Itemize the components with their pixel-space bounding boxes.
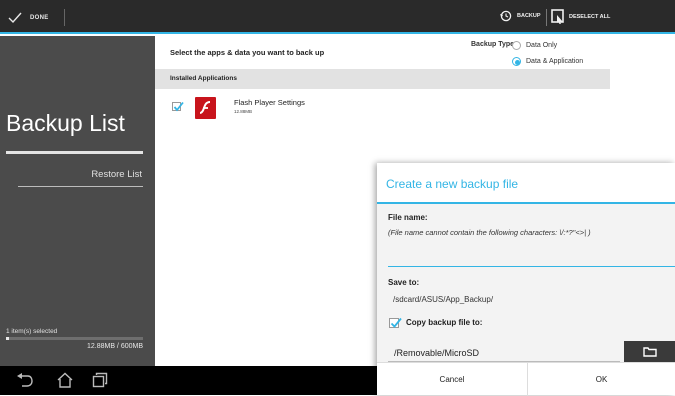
radio-data-only[interactable] <box>512 41 521 50</box>
deselect-icon <box>551 9 564 24</box>
flash-player-icon <box>195 97 216 119</box>
backup-clock-icon <box>500 10 512 22</box>
selected-count: 1 item(s) selected <box>6 328 58 335</box>
backup-label: BACKUP <box>517 13 541 19</box>
recent-apps-icon[interactable] <box>92 372 108 388</box>
done-label: DONE <box>30 15 49 21</box>
select-prompt: Select the apps & data you want to back … <box>170 48 325 57</box>
dialog-footer: Cancel OK <box>377 362 675 396</box>
divider <box>64 9 65 26</box>
app-checkbox[interactable] <box>172 101 184 112</box>
checkmark-icon <box>173 101 184 112</box>
active-tab-indicator <box>6 151 143 154</box>
folder-icon <box>642 347 657 357</box>
file-name-hint: (File name cannot contain the following … <box>388 228 591 237</box>
radio-data-and-application-label[interactable]: Data & Application <box>526 58 583 65</box>
dialog-body: File name: (File name cannot contain the… <box>377 204 675 362</box>
list-item[interactable]: Flash Player Settings 12.88MB <box>155 93 610 121</box>
file-name-input-underline <box>388 266 675 267</box>
create-backup-dialog: Create a new backup file File name: (Fil… <box>377 163 675 396</box>
file-name-input[interactable] <box>388 248 675 266</box>
save-to-label: Save to: <box>388 278 420 287</box>
storage-progress-bar <box>6 337 143 340</box>
copy-destination-value: /Removable/MicroSD <box>394 348 480 358</box>
back-icon[interactable] <box>16 372 34 388</box>
sidebar: Backup List Restore List 1 item(s) selec… <box>0 36 155 366</box>
section-header: Installed Applications <box>155 69 610 89</box>
storage-size-label: 12.88MB / 600MB <box>86 343 143 350</box>
checkmark-icon <box>8 12 22 24</box>
deselect-all-label: DESELECT ALL <box>569 13 611 20</box>
action-bar: DONE BACKUP DESELECT ALL <box>0 0 675 34</box>
dialog-title: Create a new backup file <box>386 177 519 191</box>
backup-list-tab[interactable]: Backup List <box>6 110 125 137</box>
app-size: 12.88MB <box>234 109 253 114</box>
restore-list-tab[interactable]: Restore List <box>91 169 142 180</box>
backup-type-label: Backup Type: <box>471 41 517 48</box>
copy-label[interactable]: Copy backup file to: <box>406 318 482 327</box>
home-icon[interactable] <box>56 372 74 388</box>
file-name-label: File name: <box>388 213 428 222</box>
copy-destination-field[interactable]: /Removable/MicroSD <box>388 340 620 362</box>
done-button[interactable]: DONE <box>8 9 49 27</box>
app-name: Flash Player Settings <box>234 98 305 107</box>
cancel-button[interactable]: Cancel <box>377 363 527 396</box>
section-header-label: Installed Applications <box>170 75 237 82</box>
radio-data-and-application[interactable] <box>512 57 521 66</box>
browse-folder-button[interactable] <box>624 341 675 362</box>
copy-checkbox[interactable] <box>389 317 402 328</box>
ok-button[interactable]: OK <box>528 363 675 396</box>
divider <box>18 186 143 187</box>
checkmark-icon <box>390 317 402 328</box>
radio-data-only-label[interactable]: Data Only <box>526 42 557 49</box>
storage-progress-fill <box>6 337 9 340</box>
backup-button[interactable]: BACKUP <box>500 10 541 22</box>
save-path: /sdcard/ASUS/App_Backup/ <box>393 295 494 304</box>
divider <box>546 9 547 26</box>
deselect-all-button[interactable]: DESELECT ALL <box>551 9 610 24</box>
